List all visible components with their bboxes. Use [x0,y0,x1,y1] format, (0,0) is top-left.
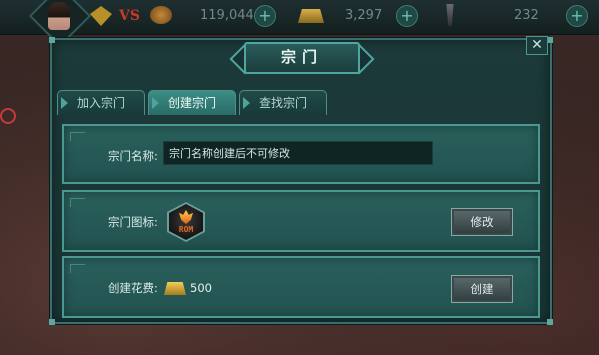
corner-ornament [49,319,55,325]
create-cost-label: 创建花费: [108,281,158,295]
top-hud-bar: VS 119,044 + 3,297 + 232 + [0,0,599,48]
player-avatar[interactable] [48,2,70,30]
create-cost-value: 500 [190,281,212,295]
gold-ingot-icon [298,9,324,23]
dialog-title: 宗门 [244,42,360,74]
corner-ornament [547,319,553,325]
create-cost-panel: 创建花费: 500 创建 [62,256,540,318]
tab-arrow-icon [243,97,250,109]
emblem-face: ROM [169,204,203,240]
tab-arrow-icon [61,97,68,109]
flame-icon [179,210,193,224]
gold-ingot-icon [164,282,186,295]
tab-label: 创建宗门 [167,96,216,110]
panel-ornament [70,132,85,141]
emblem-text: ROM [178,225,194,234]
sect-emblem-icon[interactable]: ROM [167,202,205,242]
corner-ornament [49,37,55,43]
tab-arrow-icon [152,97,159,109]
diamond-icon [90,6,112,26]
sect-icon-label: 宗门图标: [108,215,158,229]
tab-join-sect[interactable]: 加入宗门 [57,90,145,115]
add-gold-button[interactable]: + [396,5,418,27]
medal-icon [150,6,172,24]
torch-icon [446,4,454,26]
modify-icon-button[interactable]: 修改 [451,208,513,236]
tab-label: 加入宗门 [76,96,125,110]
add-energy-button[interactable]: + [566,5,588,27]
tab-label: 查找宗门 [258,96,307,110]
gold-count: 3,297 [345,8,383,23]
tab-find-sect[interactable]: 查找宗门 [239,90,327,115]
close-button[interactable]: ✕ [526,36,548,55]
sect-name-label: 宗门名称: [108,149,158,163]
sect-name-input[interactable]: 宗门名称创建后不可修改 [163,141,433,165]
add-coins-button[interactable]: + [254,5,276,27]
tab-create-sect[interactable]: 创建宗门 [148,90,236,115]
vs-label[interactable]: VS [119,8,140,24]
panel-ornament [70,198,85,207]
panel-ornament [70,264,85,273]
coin-count: 119,044 [200,8,254,23]
side-indicator-icon [0,108,16,124]
sect-name-panel: 宗门名称: 宗门名称创建后不可修改 [62,124,540,184]
create-sect-button[interactable]: 创建 [451,275,513,303]
sect-icon-panel: 宗门图标: ROM 修改 [62,190,540,252]
energy-count: 232 [514,8,539,23]
